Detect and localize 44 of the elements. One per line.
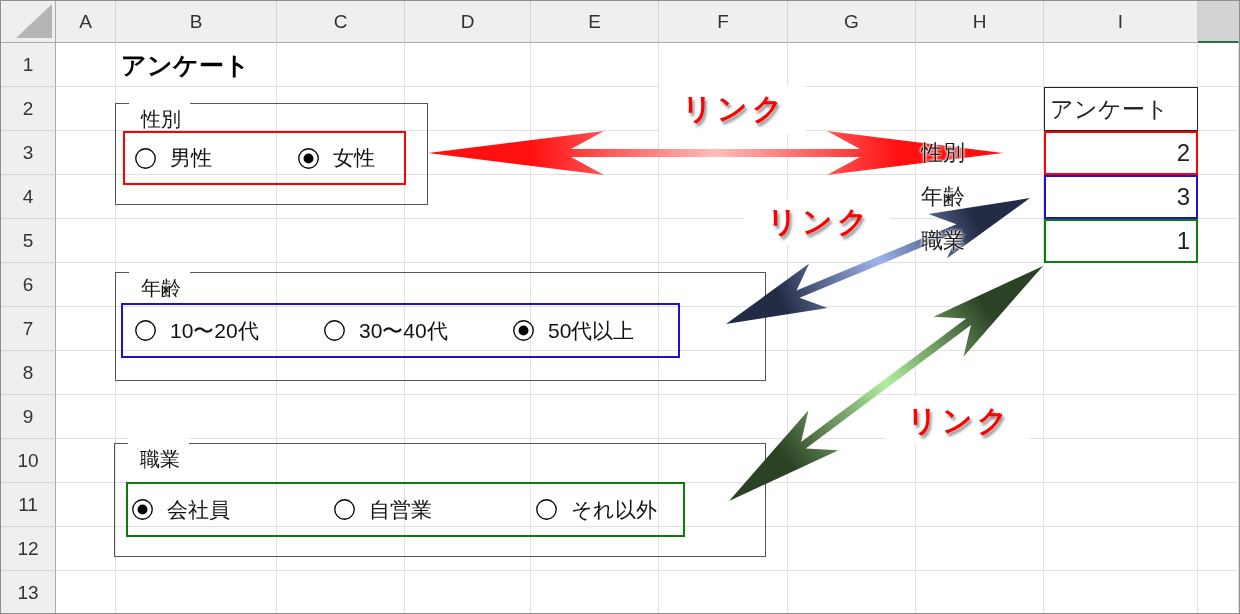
- row-header[interactable]: 2: [1, 87, 56, 131]
- link-label: リンク: [659, 85, 805, 134]
- select-all-button[interactable]: [1, 1, 56, 43]
- column-header[interactable]: D: [405, 1, 531, 43]
- row-header[interactable]: 11: [1, 483, 56, 527]
- row-header[interactable]: 10: [1, 439, 56, 483]
- row-header[interactable]: 13: [1, 571, 56, 613]
- radio-option[interactable]: 会社員: [132, 495, 230, 524]
- row-header[interactable]: 5: [1, 219, 56, 263]
- survey-title: アンケート: [121, 49, 250, 81]
- value-cell: 1: [1044, 219, 1198, 263]
- column-header[interactable]: G: [788, 1, 916, 43]
- row-header[interactable]: 4: [1, 175, 56, 219]
- radio-option[interactable]: 自営業: [334, 495, 432, 524]
- triangle-icon: [16, 4, 52, 38]
- radio-option[interactable]: 30〜40代: [324, 316, 448, 345]
- radio-option[interactable]: 50代以上: [513, 316, 635, 345]
- row-label: 年齢: [921, 183, 965, 211]
- link-label: リンク: [885, 397, 1029, 445]
- radio-option[interactable]: 10〜20代: [135, 316, 259, 345]
- row-header[interactable]: 9: [1, 395, 56, 439]
- column-header[interactable]: F: [659, 1, 788, 43]
- group-label: 職業: [128, 438, 189, 470]
- row-header[interactable]: 1: [1, 43, 56, 87]
- row-header[interactable]: 8: [1, 351, 56, 395]
- value-cell: 3: [1044, 175, 1198, 219]
- column-header[interactable]: C: [277, 1, 405, 43]
- row-label: 性別: [921, 139, 965, 167]
- row-header[interactable]: 7: [1, 307, 56, 351]
- value-cell: 2: [1044, 131, 1198, 175]
- column-header[interactable]: B: [116, 1, 277, 43]
- column-header[interactable]: [1198, 1, 1239, 43]
- column-header[interactable]: A: [56, 1, 116, 43]
- header-cell: アンケート: [1044, 87, 1198, 131]
- column-header[interactable]: E: [531, 1, 659, 43]
- link-label: リンク: [744, 199, 890, 245]
- radio-option[interactable]: それ以外: [536, 495, 657, 524]
- row-header[interactable]: 12: [1, 527, 56, 571]
- radio-option[interactable]: 男性: [135, 144, 212, 172]
- row-header[interactable]: 6: [1, 263, 56, 307]
- radio-option[interactable]: 女性: [298, 144, 375, 172]
- column-header[interactable]: I: [1044, 1, 1198, 43]
- column-header[interactable]: H: [916, 1, 1044, 43]
- row-header[interactable]: 3: [1, 131, 56, 175]
